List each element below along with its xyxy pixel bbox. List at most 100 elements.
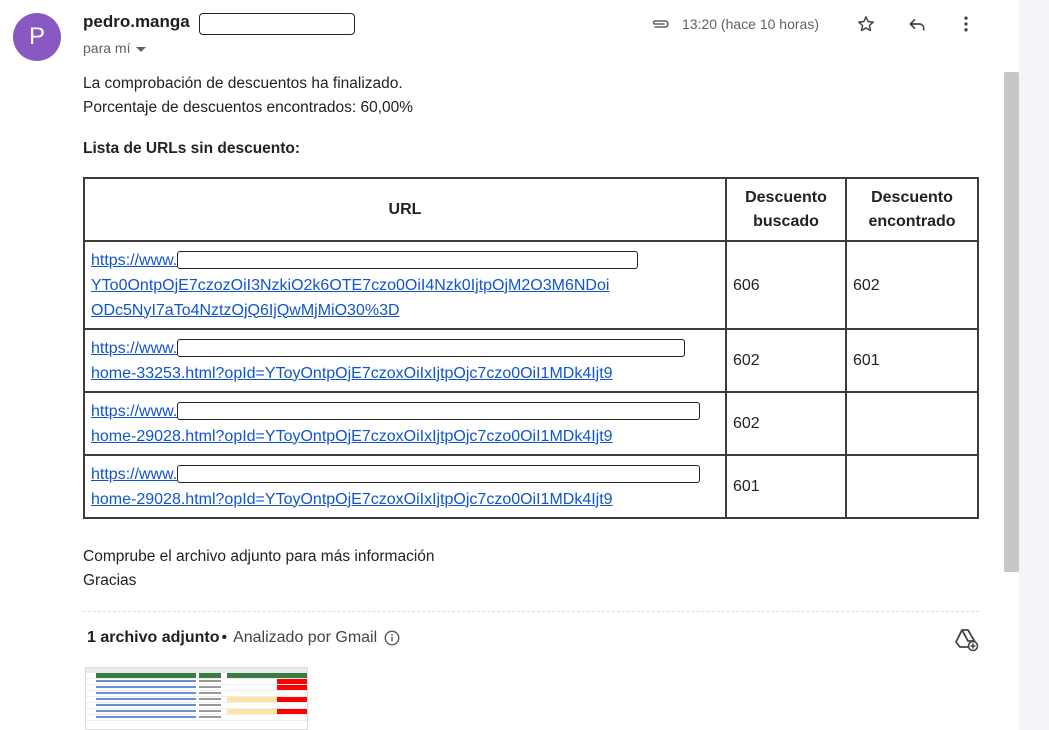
thumbnail-cell (199, 673, 221, 678)
url-line: https://www. (91, 402, 178, 420)
header-url: URL (83, 177, 727, 242)
url-link[interactable]: https://www. (91, 399, 177, 424)
thumbnail-cell (96, 697, 196, 702)
redacted-domain (177, 339, 686, 358)
thumbnail-cell (227, 685, 277, 690)
thumbnail-cell (199, 691, 221, 696)
url-link[interactable]: https://www. (91, 462, 177, 487)
thumbnail-row (86, 715, 307, 721)
thumbnail-cell (227, 691, 277, 696)
sender-name[interactable]: pedro.manga (83, 12, 190, 32)
recipient-label: para mí (83, 40, 131, 56)
url-line: home-29028.html?opId=YToyOntpOjE7czoxOiI… (91, 427, 613, 445)
list-title: Lista de URLs sin descuento: (83, 140, 301, 157)
star-icon (858, 16, 874, 32)
descuento-encontrado-cell (845, 454, 979, 519)
url-link[interactable]: https://www. (91, 336, 177, 361)
redacted-domain (177, 251, 639, 270)
more-options-button[interactable] (952, 10, 980, 38)
separator-dot: • (221, 629, 228, 646)
thumbnail-cell (96, 679, 196, 684)
url-line: home-29028.html?opId=YToyOntpOjE7czoxOiI… (91, 490, 613, 508)
table-row: https://www. home-33253.html?opId=YToyOn… (83, 328, 979, 393)
sender-avatar[interactable]: P (13, 13, 61, 61)
footer-line-2: Gracias (83, 572, 137, 589)
descuento-encontrado-cell: 602 (845, 240, 979, 330)
attachments-header: 1 archivo adjunto • Analizado por Gmail (87, 629, 401, 647)
redacted-domain (177, 402, 701, 421)
url-link[interactable]: home-29028.html?opId=YToyOntpOjE7czoxOiI… (91, 424, 613, 449)
thumbnail-cell (277, 709, 307, 714)
attachments-divider (83, 611, 979, 612)
footer-line-1: Comprube el archivo adjunto para más inf… (83, 548, 435, 565)
header-descuento-encontrado: Descuento encontrado (845, 177, 979, 242)
url-line: home-33253.html?opId=YToyOntpOjE7czoxOiI… (91, 364, 613, 382)
thumbnail-cell (227, 697, 277, 702)
table-row: https://www. YTo0OntpOjE7czozOiI3NzkiO2k… (83, 240, 979, 330)
url-line: ODc5NyI7aTo4NztzOjQ6IjQwMjMiO30%3D (91, 301, 400, 319)
reply-button[interactable] (903, 10, 931, 38)
thumbnail-cell (277, 697, 307, 702)
thumbnail-cell (96, 709, 196, 714)
url-cell: https://www. home-29028.html?opId=YToyOn… (83, 454, 727, 519)
scanned-by-gmail: Analizado por Gmail (233, 629, 378, 646)
body-line-2: Porcentaje de descuentos encontrados: 60… (83, 99, 414, 116)
thumbnail-cell (227, 673, 277, 678)
attachment-count: 1 archivo adjunto (87, 629, 220, 646)
url-line: https://www. (91, 339, 178, 357)
url-cell: https://www. home-29028.html?opId=YToyOn… (83, 391, 727, 456)
table-header-row: URL Descuento buscado Descuento encontra… (83, 177, 979, 242)
header-descuento-buscado: Descuento buscado (725, 177, 847, 242)
url-line: https://www. (91, 465, 178, 483)
descuento-buscado-cell: 602 (725, 391, 847, 456)
url-link[interactable]: https://www. (91, 248, 177, 273)
thumbnail-cell (199, 679, 221, 684)
thumbnail-cell (199, 703, 221, 708)
recipient-toggle[interactable]: para mí (83, 40, 147, 56)
url-link[interactable]: home-33253.html?opId=YToyOntpOjE7czoxOiI… (91, 361, 613, 386)
thumbnail-cell (199, 697, 221, 702)
thumbnail-cell (227, 709, 277, 714)
redacted-domain (177, 465, 701, 484)
url-link[interactable]: home-29028.html?opId=YToyOntpOjE7czoxOiI… (91, 487, 613, 512)
thumbnail-cell (277, 715, 307, 720)
url-cell: https://www. YTo0OntpOjE7czozOiI3NzkiO2k… (83, 240, 727, 330)
url-link[interactable]: ODc5NyI7aTo4NztzOjQ6IjQwMjMiO30%3D (91, 298, 400, 323)
url-cell: https://www. home-33253.html?opId=YToyOn… (83, 328, 727, 393)
chevron-down-icon (136, 46, 147, 52)
descuento-encontrado-cell: 601 (845, 328, 979, 393)
star-button[interactable] (852, 10, 880, 38)
table-row: https://www. home-29028.html?opId=YToyOn… (83, 454, 979, 519)
thumbnail-cell (277, 685, 307, 690)
thumbnail-cell (96, 685, 196, 690)
scrollbar-thumb[interactable] (1004, 72, 1019, 572)
message-time: 13:20 (hace 10 horas) (682, 16, 819, 32)
thumbnail-cell (96, 703, 196, 708)
thumbnail-cell (277, 673, 307, 678)
thumbnail-cell (199, 709, 221, 714)
reply-icon (909, 19, 925, 31)
thumbnail-cell (227, 703, 277, 708)
paperclip-icon (652, 20, 669, 28)
thumbnail-cell (277, 679, 307, 684)
add-to-drive-icon[interactable] (953, 626, 979, 652)
urls-table: URL Descuento buscado Descuento encontra… (83, 177, 979, 519)
info-icon[interactable] (383, 629, 401, 647)
url-line: https://www. (91, 251, 178, 269)
attachment-thumbnail[interactable] (85, 667, 308, 730)
descuento-buscado-cell: 602 (725, 328, 847, 393)
thumbnail-cell (96, 691, 196, 696)
descuento-encontrado-cell (845, 391, 979, 456)
thumbnail-cell (277, 703, 307, 708)
url-link[interactable]: YTo0OntpOjE7czozOiI3NzkiO2k6OTE7czo0OiI4… (91, 273, 609, 298)
thumbnail-cell (96, 673, 196, 678)
body-line-1: La comprobación de descuentos ha finaliz… (83, 75, 403, 92)
descuento-buscado-cell: 601 (725, 454, 847, 519)
avatar-letter: P (28, 23, 45, 50)
thumbnail-cell (199, 685, 221, 690)
thumbnail-cell (277, 691, 307, 696)
thumbnail-cell (199, 715, 221, 720)
thumbnail-cell (227, 679, 277, 684)
thumbnail-cell (227, 715, 277, 720)
more-vert-icon (964, 16, 968, 32)
